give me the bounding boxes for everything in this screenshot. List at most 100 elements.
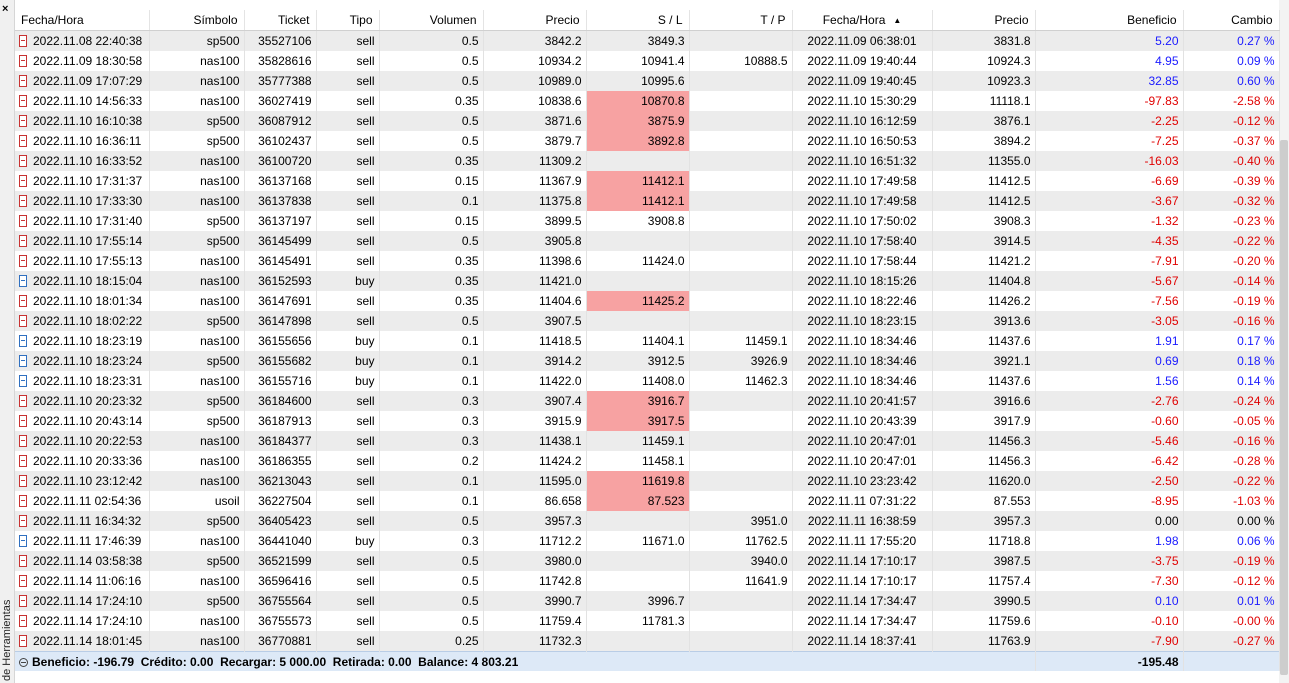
vertical-scrollbar[interactable] [1279,0,1289,683]
cell-profit: 1.56 [1035,371,1184,391]
toolbox-vertical-label[interactable]: de Herramientas [1,551,13,681]
cell-open-price: 11375.8 [483,191,587,211]
col-header-change[interactable]: Cambio [1183,10,1280,31]
open-time-text: 2022.11.10 18:01:34 [33,294,143,308]
cell-close-time: 2022.11.10 17:49:58 [792,191,933,211]
open-time-text: 2022.11.10 18:23:24 [33,354,143,368]
cell-ticket: 36152593 [244,271,317,291]
cell-ticket: 36596416 [244,571,317,591]
table-row[interactable]: 2022.11.10 18:23:19 nas100 36155656 buy 0.1 1… [15,331,1280,351]
cell-symbol: sp500 [149,30,245,51]
table-row[interactable]: 2022.11.09 17:07:29 nas100 35777388 sell 0.5… [15,71,1280,91]
open-time-text: 2022.11.10 20:23:32 [33,394,143,408]
table-row[interactable]: 2022.11.10 17:55:13 nas100 36145491 sell 0.3… [15,251,1280,271]
cell-sl: 11458.1 [586,451,690,471]
cell-close-price: 3831.8 [932,30,1036,51]
table-row[interactable]: 2022.11.10 20:22:53 nas100 36184377 sell 0.3… [15,431,1280,451]
cell-open-time: 2022.11.10 23:12:42 [15,471,150,491]
col-header-open-price[interactable]: Precio [483,10,587,31]
table-row[interactable]: 2022.11.10 17:31:40 sp500 36137197 sell 0.15… [15,211,1280,231]
table-row[interactable]: 2022.11.14 11:06:16 nas100 36596416 sell 0.5… [15,571,1280,591]
cell-open-time: 2022.11.10 18:23:24 [15,351,150,371]
table-row[interactable]: 2022.11.10 18:02:22 sp500 36147898 sell 0.5 3… [15,311,1280,331]
table-row[interactable]: 2022.11.10 16:36:11 sp500 36102437 sell 0.5 3… [15,131,1280,151]
col-header-close-time[interactable]: Fecha/Hora ▲ [792,10,933,31]
cell-change: -0.05 % [1183,411,1280,431]
table-row[interactable]: 2022.11.10 16:10:38 sp500 36087912 sell 0.5 3… [15,111,1280,131]
sell-order-icon [19,575,27,587]
cell-tp [689,271,793,291]
table-row[interactable]: 2022.11.14 03:58:38 sp500 36521599 sell 0.5 3… [15,551,1280,571]
table-row[interactable]: 2022.11.10 23:12:42 nas100 36213043 sell 0.1… [15,471,1280,491]
sell-order-icon [19,415,27,427]
cell-change: -2.58 % [1183,91,1280,111]
col-header-volume[interactable]: Volumen [379,10,484,31]
table-row[interactable]: 2022.11.10 18:23:24 sp500 36155682 buy 0.1 39… [15,351,1280,371]
table-row[interactable]: 2022.11.10 14:56:33 nas100 36027419 sell 0.3… [15,91,1280,111]
open-time-text: 2022.11.10 18:02:22 [33,314,143,328]
col-header-open-time[interactable]: Fecha/Hora [15,10,150,31]
cell-close-time: 2022.11.09 19:40:45 [792,71,933,91]
cell-profit: -5.67 [1035,271,1184,291]
col-header-profit[interactable]: Beneficio [1035,10,1184,31]
table-row[interactable]: 2022.11.14 18:01:45 nas100 36770881 sell 0.2… [15,631,1280,652]
cell-close-price: 11421.2 [932,251,1036,271]
sell-order-icon [19,95,27,107]
table-row[interactable]: 2022.11.11 02:54:36 usoil 36227504 sell 0.1 8… [15,491,1280,511]
col-header-symbol[interactable]: Símbolo [149,10,245,31]
cell-ticket: 36145499 [244,231,317,251]
cell-close-time: 2022.11.10 16:50:53 [792,131,933,151]
col-header-type[interactable]: Tipo [316,10,380,31]
cell-close-time: 2022.11.14 17:34:47 [792,611,933,631]
scrollbar-thumb[interactable] [1280,140,1288,675]
table-row[interactable]: 2022.11.10 17:55:14 sp500 36145499 sell 0.5 3… [15,231,1280,251]
table-row[interactable]: 2022.11.10 20:33:36 nas100 36186355 sell 0.2… [15,451,1280,471]
cell-sl: 11619.8 [586,471,690,491]
sell-order-icon [19,495,27,507]
cell-symbol: sp500 [149,211,245,231]
col-header-tp[interactable]: T / P [689,10,793,31]
table-row[interactable]: 2022.11.08 22:40:38 sp500 35527106 sell 0.5 3… [15,30,1280,51]
collapse-minus-icon[interactable] [19,657,28,667]
table-row[interactable]: 2022.11.14 17:24:10 sp500 36755564 sell 0.5 3… [15,591,1280,611]
cell-type: sell [316,231,380,251]
table-row[interactable]: 2022.11.10 20:43:14 sp500 36187913 sell 0.3 3… [15,411,1280,431]
cell-open-price: 11367.9 [483,171,587,191]
col-header-sl[interactable]: S / L [586,10,690,31]
table-row[interactable]: 2022.11.10 18:15:04 nas100 36152593 buy 0.35… [15,271,1280,291]
cell-ticket: 36137197 [244,211,317,231]
table-row[interactable]: 2022.11.10 17:31:37 nas100 36137168 sell 0.1… [15,171,1280,191]
table-row[interactable]: 2022.11.11 17:46:39 nas100 36441040 buy 0.3 1… [15,531,1280,551]
table-row[interactable]: 2022.11.09 18:30:58 nas100 35828616 sell 0.5… [15,51,1280,71]
cell-volume: 0.1 [379,351,484,371]
table-row[interactable]: 2022.11.10 16:33:52 nas100 36100720 sell 0.3… [15,151,1280,171]
cell-profit: -2.50 [1035,471,1184,491]
cell-profit: 4.95 [1035,51,1184,71]
cell-type: buy [316,531,380,551]
col-header-ticket[interactable]: Ticket [244,10,317,31]
cell-volume: 0.35 [379,91,484,111]
cell-close-price: 11759.6 [932,611,1036,631]
cell-symbol: nas100 [149,451,245,471]
cell-volume: 0.15 [379,171,484,191]
table-row[interactable]: 2022.11.10 18:23:31 nas100 36155716 buy 0.1 1… [15,371,1280,391]
table-row[interactable]: 2022.11.10 18:01:34 nas100 36147691 sell 0.3… [15,291,1280,311]
table-row[interactable]: 2022.11.11 16:34:32 sp500 36405423 sell 0.5 3… [15,511,1280,531]
cell-open-price: 11398.6 [483,251,587,271]
cell-ticket: 36145491 [244,251,317,271]
cell-symbol: nas100 [149,91,245,111]
table-row[interactable]: 2022.11.10 17:33:30 nas100 36137838 sell 0.1… [15,191,1280,211]
cell-symbol: sp500 [149,391,245,411]
cell-profit: -5.46 [1035,431,1184,451]
table-row[interactable]: 2022.11.14 17:24:10 nas100 36755573 sell 0.5… [15,611,1280,631]
col-header-close-price[interactable]: Precio [932,10,1036,31]
cell-symbol: sp500 [149,411,245,431]
close-icon[interactable]: × [2,4,8,15]
cell-type: sell [316,391,380,411]
cell-symbol: nas100 [149,571,245,591]
cell-change: 0.27 % [1183,30,1280,51]
cell-volume: 0.2 [379,451,484,471]
cell-volume: 0.5 [379,231,484,251]
table-row[interactable]: 2022.11.10 20:23:32 sp500 36184600 sell 0.3 3… [15,391,1280,411]
cell-open-time: 2022.11.10 17:55:14 [15,231,150,251]
